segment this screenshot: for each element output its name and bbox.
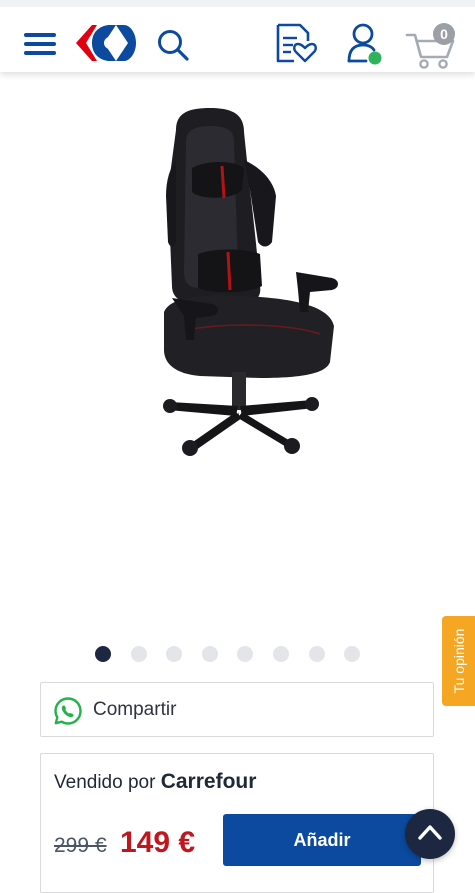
whatsapp-icon xyxy=(54,697,82,725)
seller-name[interactable]: Carrefour xyxy=(161,770,257,793)
gallery-dot-4[interactable] xyxy=(201,646,218,662)
product-image[interactable] xyxy=(0,72,475,632)
gallery-dot-3[interactable] xyxy=(166,646,183,662)
old-price: 299 € xyxy=(54,834,107,857)
top-navigation-bar: 0 xyxy=(0,0,475,72)
gallery-dot-6[interactable] xyxy=(272,646,289,662)
gallery-dot-5[interactable] xyxy=(237,646,254,662)
menu-icon[interactable] xyxy=(22,29,58,59)
share-label: Compartir xyxy=(93,699,177,720)
seller-info: Vendido por Carrefour xyxy=(54,770,256,794)
gallery-dot-2[interactable] xyxy=(130,646,147,662)
scroll-to-top-button[interactable] xyxy=(405,809,455,859)
product-purchase-card: Vendido por Carrefour 299 € 149 € Añadir xyxy=(40,753,434,893)
gallery-dot-8[interactable] xyxy=(344,646,361,662)
share-button[interactable]: Compartir xyxy=(40,682,434,737)
current-price: 149 € xyxy=(120,826,196,859)
account-icon[interactable] xyxy=(344,21,386,67)
carrefour-logo[interactable] xyxy=(72,21,140,65)
cart-count-badge: 0 xyxy=(433,23,455,45)
search-icon[interactable] xyxy=(155,27,191,63)
feedback-tab[interactable]: Tu opinión xyxy=(442,616,475,706)
gallery-dot-1[interactable] xyxy=(95,646,111,662)
gallery-pagination xyxy=(95,646,361,662)
gallery-dot-7[interactable] xyxy=(308,646,325,662)
seller-prefix: Vendido por xyxy=(54,772,156,793)
add-to-cart-button[interactable]: Añadir xyxy=(223,814,421,866)
product-image-gallery[interactable] xyxy=(0,72,475,632)
chevron-up-icon xyxy=(418,825,442,840)
chair-illustration xyxy=(163,108,338,456)
shopping-list-icon[interactable] xyxy=(272,21,318,67)
feedback-label: Tu opinión xyxy=(450,628,467,694)
